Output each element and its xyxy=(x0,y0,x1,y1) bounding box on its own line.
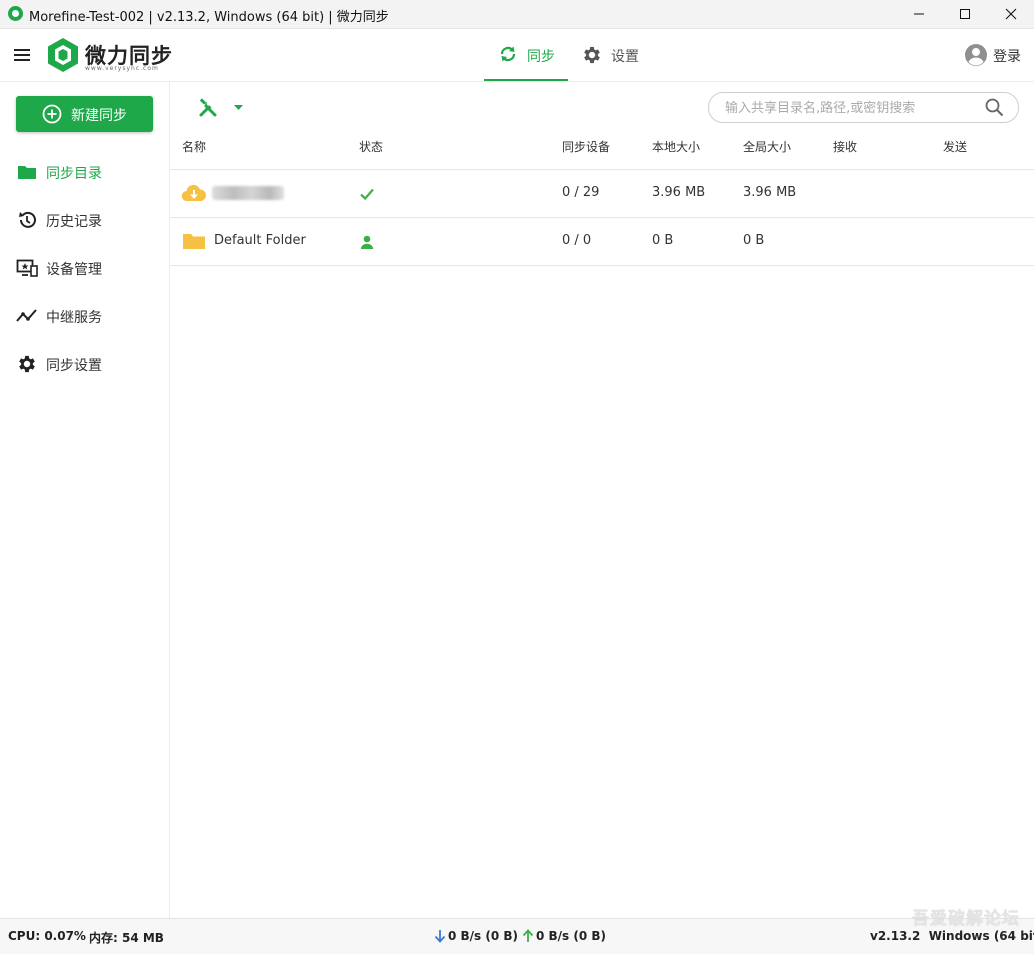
device-icon xyxy=(16,257,38,279)
cpu-usage: CPU: 0.07% xyxy=(8,929,86,943)
version-info: v2.13.2 Windows (64 bit) xyxy=(870,929,1034,943)
app-header: 微力同步 www.verysync.com 同步 设置 登录 xyxy=(0,29,1034,82)
sidebar-item-sync-folders[interactable]: 同步目录 xyxy=(0,154,168,190)
new-sync-label: 新建同步 xyxy=(71,108,127,124)
cell-global-size: 0 B xyxy=(743,233,765,248)
search-box xyxy=(708,92,1019,123)
tools-dropdown[interactable] xyxy=(196,96,252,120)
gear-icon xyxy=(581,44,603,66)
folder-icon xyxy=(182,231,206,251)
column-header-global-size[interactable]: 全局大小 xyxy=(743,138,791,155)
tab-settings[interactable]: 设置 xyxy=(578,29,652,81)
title-bar: Morefine-Test-002 | v2.13.2, Windows (64… xyxy=(0,0,1034,29)
column-header-send[interactable]: 发送 xyxy=(943,138,967,155)
minimize-icon xyxy=(914,13,924,15)
status-bar: CPU: 0.07% 内存: 54 MB 0 B/s (0 B) 0 B/s (… xyxy=(0,918,1034,954)
sidebar: 新建同步 同步目录 历史记录 设备管理 中继服务 同步设置 xyxy=(0,82,170,918)
sidebar-item-label: 中继服务 xyxy=(46,310,102,326)
cell-devices: 0 / 29 xyxy=(562,185,600,200)
app-icon xyxy=(8,6,23,21)
check-icon xyxy=(359,186,375,202)
sync-icon xyxy=(498,44,518,64)
column-header-local-size[interactable]: 本地大小 xyxy=(652,138,700,155)
sidebar-item-relay[interactable]: 中继服务 xyxy=(0,298,168,334)
sidebar-item-label: 同步设置 xyxy=(46,358,102,374)
add-circle-icon xyxy=(42,104,62,124)
arrow-down-icon xyxy=(434,929,446,943)
tools-icon xyxy=(199,98,243,117)
folder-name-redacted xyxy=(212,186,284,200)
tab-settings-label: 设置 xyxy=(611,49,639,65)
cell-devices: 0 / 0 xyxy=(562,233,592,248)
sidebar-item-history[interactable]: 历史记录 xyxy=(0,202,168,238)
login-button[interactable]: 登录 xyxy=(962,42,1030,68)
minimize-button[interactable] xyxy=(896,0,942,28)
maximize-button[interactable] xyxy=(942,0,988,28)
sidebar-item-label: 同步目录 xyxy=(46,166,102,182)
relay-icon xyxy=(16,305,38,327)
table-row[interactable]: 0 / 29 3.96 MB 3.96 MB xyxy=(170,170,1034,218)
watermark: 吾爱破解论坛 xyxy=(912,909,1020,929)
upload-speed: 0 B/s (0 B) xyxy=(536,929,607,943)
menu-button[interactable] xyxy=(12,46,32,64)
window-title: Morefine-Test-002 | v2.13.2, Windows (64… xyxy=(29,10,389,25)
sidebar-item-label: 设备管理 xyxy=(46,262,102,278)
hamburger-icon xyxy=(14,49,30,61)
folder-icon xyxy=(16,161,38,183)
tab-sync-label: 同步 xyxy=(527,49,555,65)
sidebar-item-sync-settings[interactable]: 同步设置 xyxy=(0,346,168,382)
download-speed: 0 B/s (0 B) xyxy=(448,929,519,943)
person-icon xyxy=(359,234,375,250)
cell-local-size: 3.96 MB xyxy=(652,185,706,200)
sidebar-item-label: 历史记录 xyxy=(46,214,102,230)
history-icon xyxy=(16,209,38,231)
column-header-receive[interactable]: 接收 xyxy=(833,138,857,155)
arrow-up-icon xyxy=(522,929,534,943)
avatar-icon xyxy=(964,43,988,67)
logo xyxy=(46,37,80,73)
logo-subtext: www.verysync.com xyxy=(85,65,159,72)
close-button[interactable] xyxy=(988,0,1034,28)
cloud-download-icon xyxy=(181,182,207,204)
memory-usage: 内存: 54 MB xyxy=(89,931,164,945)
new-sync-button[interactable]: 新建同步 xyxy=(16,96,153,132)
search-icon[interactable] xyxy=(985,98,1004,117)
tab-sync[interactable]: 同步 xyxy=(484,29,568,81)
column-header-name[interactable]: 名称 xyxy=(182,138,206,155)
search-input[interactable] xyxy=(723,98,982,118)
login-label: 登录 xyxy=(993,49,1021,65)
gear-icon xyxy=(16,353,38,375)
cell-name: Default Folder xyxy=(214,233,306,248)
cell-local-size: 0 B xyxy=(652,233,674,248)
table-row[interactable]: Default Folder 0 / 0 0 B 0 B xyxy=(170,218,1034,266)
sidebar-item-devices[interactable]: 设备管理 xyxy=(0,250,168,286)
column-header-devices[interactable]: 同步设备 xyxy=(562,138,610,155)
close-icon xyxy=(1005,8,1017,20)
cell-global-size: 3.96 MB xyxy=(743,185,797,200)
column-header-status[interactable]: 状态 xyxy=(359,138,383,155)
maximize-icon xyxy=(960,9,970,19)
logo-icon xyxy=(48,38,78,72)
